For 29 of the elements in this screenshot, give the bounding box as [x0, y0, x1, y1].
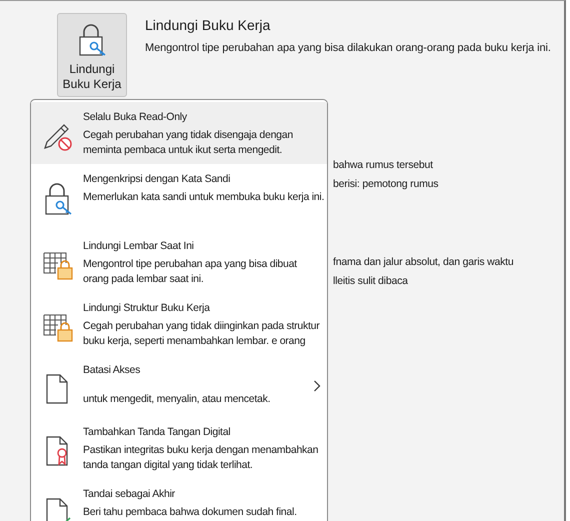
- background-text: fnama dan jalur absolut, dan garis waktu: [333, 256, 515, 270]
- menu-item-title: Lindungi Lembar Saat Ini: [83, 239, 195, 254]
- background-text: bahwa rumus tersebut: [333, 159, 434, 173]
- protect-workbook-button[interactable]: Lindungi Buku Kerja: [57, 13, 127, 97]
- menu-item-description: Beri tahu pembaca bahwa dokumen sudah final.: [83, 505, 298, 520]
- menu-item[interactable]: Lindungi Lembar Saat Ini Mengontrol tipe perubahan apa yang bisa dibuat orang pada lembar saat ini.: [31, 231, 327, 293]
- background-text: berisi: pemotong rumus: [333, 178, 440, 192]
- menu-item[interactable]: Lindungi Struktur Buku Kerja Cegah perubahan yang tidak diinginkan pada struktur buku kerja, seperti menambahkan lembar. e orang: [31, 293, 327, 355]
- lock-key-icon: [77, 22, 107, 58]
- menu-item-description: Cegah perubahan yang tidak disengaja dengan meminta pembaca untuk ikut serta mengedit.: [83, 128, 294, 158]
- menu-item-title: Selalu Buka Read-Only: [83, 110, 188, 125]
- background-text: lleitis sulit dibaca: [333, 275, 409, 289]
- menu-item-description: Mengontrol tipe perubahan apa yang bisa dibuat orang pada lembar saat ini.: [83, 257, 298, 288]
- menu-item-title: Lindungi Struktur Buku Kerja: [83, 301, 211, 316]
- menu-item-title: Mengenkripsi dengan Kata Sandi: [83, 172, 232, 187]
- menu-item[interactable]: Batasi Akses untuk mengedit, menyalin, atau mencetak.: [31, 355, 327, 417]
- menu-item-description: untuk mengedit, menyalin, atau mencetak.: [83, 392, 272, 408]
- menu-item-title: Tambahkan Tanda Tangan Digital: [83, 425, 232, 440]
- section-heading: Lindungi Buku Kerja: [145, 17, 272, 33]
- menu-item-title: Tandai sebagai Akhir: [83, 487, 176, 502]
- menu-item-title: Batasi Akses: [83, 363, 142, 378]
- menu-item[interactable]: Tambahkan Tanda Tangan Digital Pastikan integritas buku kerja dengan menambahkan tanda tangan digital yang tidak terlihat.: [31, 417, 327, 479]
- menu-item[interactable]: Selalu Buka Read-Only Cegah perubahan yang tidak disengaja dengan meminta pembaca untuk ikut serta mengedit.: [31, 102, 327, 164]
- section-description: Mengontrol tipe perubahan apa yang bisa dilakukan orang-orang pada buku kerja ini.: [145, 42, 551, 54]
- menu-item-description: Pastikan integritas buku kerja dengan menambahkan tanda tangan digital yang tidak terlihat.: [83, 443, 320, 474]
- menu-item-description: Memerlukan kata sandi untuk membuka buku kerja ini.: [83, 190, 325, 206]
- menu-item-description: Cegah perubahan yang tidak diinginkan pada struktur buku kerja, seperti menambahkan lembar. e orang: [83, 319, 321, 350]
- menu-item[interactable]: Mengenkripsi dengan Kata Sandi Memerlukan kata sandi untuk membuka buku kerja ini.: [31, 164, 327, 231]
- menu-item[interactable]: Tandai sebagai Akhir Beri tahu pembaca bahwa dokumen sudah final.: [31, 479, 327, 521]
